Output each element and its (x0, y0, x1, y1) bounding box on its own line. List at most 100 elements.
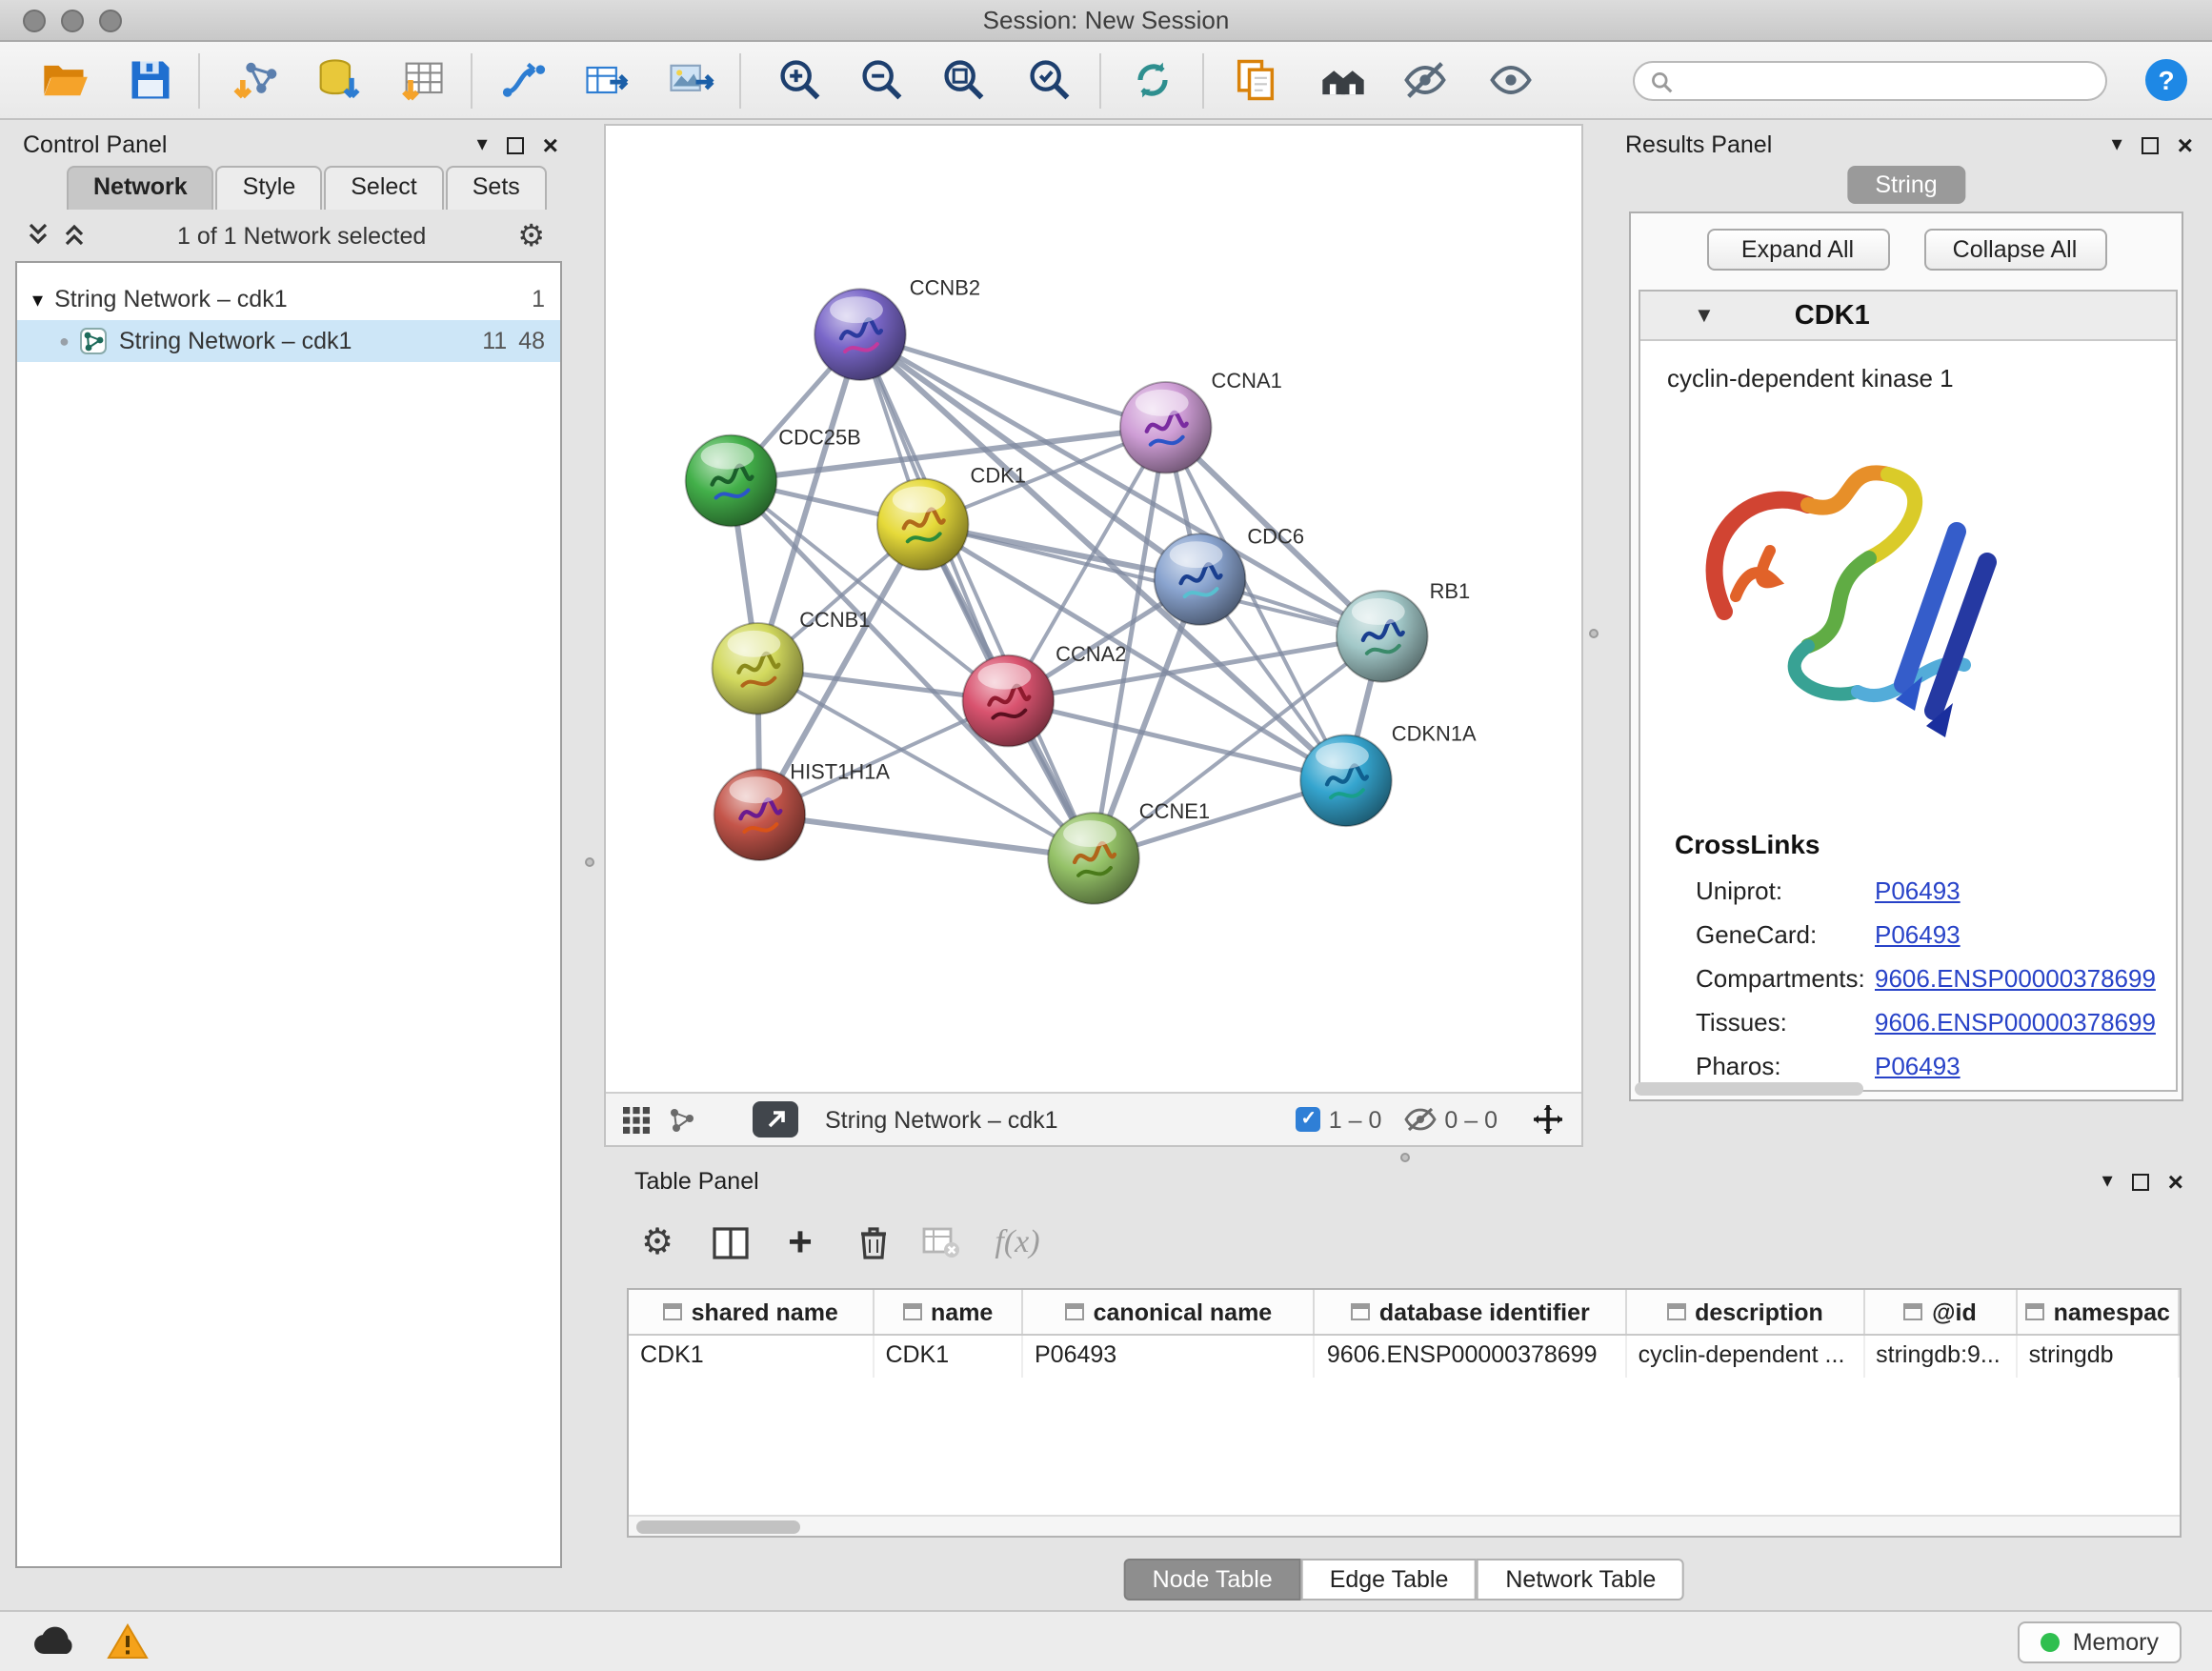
column-header[interactable]: description (1627, 1290, 1865, 1334)
network-node[interactable] (1155, 534, 1246, 625)
open-session-icon[interactable] (40, 55, 90, 105)
network-node[interactable] (963, 655, 1055, 747)
network-node[interactable] (1048, 813, 1139, 904)
network-view-toolbar: String Network – cdk1 ✓ 1 – 0 0 – 0 (606, 1092, 1581, 1145)
node-label: CCNB1 (799, 608, 870, 632)
horizontal-splitter-handle[interactable] (1400, 1153, 1410, 1162)
warning-icon[interactable] (107, 1623, 149, 1669)
table-panel: Table Panel ▾ × ⚙ + f(x) shared namename… (615, 1162, 2193, 1601)
hide-graphics-details-icon[interactable] (1400, 55, 1450, 105)
import-network-file-icon[interactable] (232, 55, 282, 105)
network-collection-row[interactable]: ▾ String Network – cdk1 1 (17, 278, 560, 320)
tab-network-table[interactable]: Network Table (1477, 1559, 1684, 1601)
table-settings-gear-icon[interactable]: ⚙ (631, 1216, 684, 1269)
export-image-icon[interactable] (665, 55, 714, 105)
show-graphics-details-icon[interactable] (1486, 55, 1536, 105)
network-edge[interactable] (759, 815, 1094, 858)
right-splitter-handle[interactable] (1589, 629, 1599, 638)
protein-section-header[interactable]: ▼ CDK1 (1640, 292, 2176, 341)
table-panel-float-icon[interactable]: ▾ (2102, 1172, 2113, 1191)
control-panel-maximize-icon[interactable] (507, 136, 524, 153)
results-panel-close-icon[interactable]: × (2178, 135, 2193, 154)
table-panel-maximize-icon[interactable] (2132, 1173, 2149, 1190)
network-canvas[interactable]: CCNB2CCNA1CDC25BCDK1CDC6RB1CCNB1CCNA2CDK… (606, 126, 1581, 1092)
network-options-gear-icon[interactable]: ⚙ (517, 217, 545, 255)
collection-caret-icon[interactable]: ▾ (32, 287, 43, 312)
column-header[interactable]: name (874, 1290, 1022, 1334)
network-share-icon[interactable] (669, 1106, 695, 1133)
open-in-browser-icon[interactable] (753, 1101, 798, 1137)
delete-table-icon (915, 1216, 968, 1269)
network-node[interactable] (1120, 382, 1212, 473)
ndex-icon[interactable] (1318, 55, 1368, 105)
control-panel-float-icon[interactable]: ▾ (477, 135, 488, 154)
table-scrollbar-thumb[interactable] (636, 1520, 800, 1534)
help-icon[interactable]: ? (2142, 55, 2191, 105)
zoom-out-icon[interactable] (857, 55, 907, 105)
apply-layout-icon[interactable] (1128, 55, 1177, 105)
tab-style[interactable]: Style (216, 166, 323, 210)
column-header[interactable]: canonical name (1023, 1290, 1316, 1334)
left-splitter-handle[interactable] (585, 857, 594, 867)
hidden-elements-icon[interactable] (1404, 1107, 1437, 1132)
column-header[interactable]: database identifier (1316, 1290, 1627, 1334)
birds-eye-view-icon[interactable] (623, 1106, 650, 1133)
import-network-database-icon[interactable] (312, 55, 362, 105)
network-row[interactable]: ● String Network – cdk1 11 48 (17, 320, 560, 362)
expand-all-networks-icon[interactable] (65, 222, 86, 251)
control-panel-close-icon[interactable]: × (543, 135, 558, 154)
import-table-icon[interactable] (398, 55, 448, 105)
network-edge[interactable] (923, 524, 1382, 636)
tab-edge-table[interactable]: Edge Table (1301, 1559, 1478, 1601)
column-header[interactable]: @id (1864, 1290, 2017, 1334)
memory-button[interactable]: Memory (2018, 1621, 2182, 1663)
column-type-icon (663, 1303, 682, 1320)
results-scrollbar[interactable] (1635, 1082, 1863, 1096)
selected-nodes-checkbox[interactable]: ✓ (1297, 1107, 1321, 1132)
results-panel-float-icon[interactable]: ▾ (2112, 135, 2122, 154)
network-node[interactable] (713, 623, 804, 715)
collapse-all-button[interactable]: Collapse All (1923, 229, 2106, 271)
network-edge[interactable] (860, 334, 1094, 858)
delete-column-icon[interactable] (846, 1216, 899, 1269)
table-panel-close-icon[interactable]: × (2168, 1172, 2183, 1191)
network-edge[interactable] (860, 334, 1166, 428)
annotations-icon[interactable] (1231, 55, 1280, 105)
column-header[interactable]: shared name (629, 1290, 874, 1334)
create-column-icon[interactable]: + (774, 1216, 827, 1269)
crosslink-link[interactable]: P06493 (1875, 1052, 1961, 1080)
zoom-fit-content-icon[interactable] (939, 55, 989, 105)
network-node[interactable] (1300, 735, 1392, 826)
crosslink-link[interactable]: P06493 (1875, 920, 1961, 949)
crosslink-link[interactable]: 9606.ENSP00000378699 (1875, 964, 2156, 993)
cloud-icon[interactable] (30, 1623, 80, 1667)
zoom-selected-icon[interactable] (1025, 55, 1075, 105)
network-node[interactable] (814, 289, 906, 380)
crosslink-link[interactable]: 9606.ENSP00000378699 (1875, 1008, 2156, 1037)
column-header[interactable]: namespac (2018, 1290, 2180, 1334)
node-table-header-row: shared namenamecanonical namedatabase id… (629, 1290, 2180, 1336)
new-network-from-selection-icon[interactable] (499, 55, 549, 105)
expand-all-button[interactable]: Expand All (1706, 229, 1889, 271)
zoom-in-icon[interactable] (775, 55, 825, 105)
collapse-all-networks-icon[interactable] (29, 222, 50, 251)
search-input[interactable] (1682, 68, 2090, 94)
node-label: CCNE1 (1139, 799, 1210, 823)
tab-select[interactable]: Select (324, 166, 444, 210)
tab-network[interactable]: Network (67, 166, 214, 210)
network-node[interactable] (877, 479, 969, 571)
save-session-icon[interactable] (126, 55, 175, 105)
crosslink-link[interactable]: P06493 (1875, 876, 1961, 905)
results-panel-maximize-icon[interactable] (2142, 136, 2159, 153)
pan-tool-icon[interactable] (1532, 1103, 1564, 1136)
tab-node-table[interactable]: Node Table (1124, 1559, 1301, 1601)
table-row[interactable]: CDK1CDK1P064939606.ENSP00000378699cyclin… (629, 1336, 2180, 1378)
show-columns-icon[interactable] (703, 1216, 756, 1269)
tab-string[interactable]: String (1846, 166, 1965, 204)
tab-sets[interactable]: Sets (446, 166, 547, 210)
protein-section-caret-icon[interactable]: ▼ (1694, 304, 1715, 327)
export-network-icon[interactable] (581, 55, 631, 105)
network-node[interactable] (1337, 591, 1428, 682)
network-node[interactable] (686, 435, 777, 527)
network-graph[interactable]: CCNB2CCNA1CDC25BCDK1CDC6RB1CCNB1CCNA2CDK… (606, 126, 1581, 1092)
